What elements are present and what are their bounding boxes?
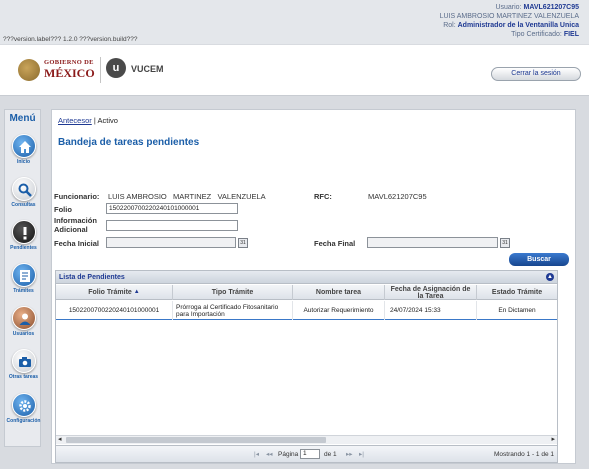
sidebar-item-consultas[interactable]: Consultas xyxy=(5,177,42,208)
prev-page-icon[interactable]: ◂◂ xyxy=(266,450,273,458)
search-button[interactable]: Buscar xyxy=(509,253,569,266)
fecha-final-input[interactable] xyxy=(367,237,498,248)
gear-icon xyxy=(11,393,36,417)
sidebar-item-otras-tareas[interactable]: Otras tareas xyxy=(5,349,42,380)
info-adicional-label: Información Adicional xyxy=(54,216,97,234)
sidebar-item-label: Pendientes xyxy=(10,245,37,251)
document-icon xyxy=(11,263,36,287)
folio-label: Folio xyxy=(54,205,72,214)
sidebar-item-tramites[interactable]: Trámites xyxy=(5,263,42,294)
role-label: Rol: xyxy=(443,22,456,29)
vucem-logo-text: VUCEM xyxy=(131,64,164,74)
page-title: Bandeja de tareas pendientes xyxy=(58,137,200,148)
grid-pager: |◂ ◂◂ Página 1 de 1 ▸▸ ▸| Mostrando 1 - … xyxy=(56,445,557,462)
cell-folio: 1502200700220240101000001 xyxy=(56,301,173,320)
info-adicional-label-line-1: Información xyxy=(54,216,97,225)
funcionario-value: LUIS AMBROSIO MARTINEZ VALENZUELA xyxy=(108,192,266,201)
page-total: de 1 xyxy=(324,451,337,458)
page-number-input[interactable]: 1 xyxy=(300,449,320,459)
sidebar-item-label: Configuración xyxy=(6,418,41,424)
sidebar-item-label: Usuarios xyxy=(12,331,35,337)
user-name: LUIS AMBROSIO MARTINEZ VALENZUELA xyxy=(439,13,579,20)
breadcrumb-current: Activo xyxy=(97,116,118,125)
cell-tipo: Prórroga al Certificado Fitosanitario pa… xyxy=(173,301,293,320)
grid-caption: Lista de Pendientes ▲ xyxy=(56,271,557,284)
grid-caption-text: Lista de Pendientes xyxy=(59,274,125,281)
breadcrumb-separator: | xyxy=(93,116,96,125)
page-label: Página xyxy=(278,451,299,458)
folio-input[interactable]: 1502200700220240101000001 xyxy=(106,203,238,214)
sidebar-item-usuarios[interactable]: Usuarios xyxy=(5,306,42,337)
user-info: Usuario: MAVL621207C95 LUIS AMBROSIO MAR… xyxy=(440,3,579,39)
grid-header: Folio Trámite ▲ Tipo Trámite Nombre tare… xyxy=(56,285,557,300)
users-icon xyxy=(11,306,36,330)
fecha-final-label: Fecha Final xyxy=(314,239,356,248)
fecha-inicial-calendar-icon[interactable]: 31 xyxy=(238,238,248,248)
fecha-inicial-input[interactable] xyxy=(106,237,236,248)
fecha-inicial-label: Fecha Inicial xyxy=(54,239,100,248)
sidebar-item-inicio[interactable]: Inicio xyxy=(5,134,42,165)
sidebar-item-pendientes[interactable]: Pendientes xyxy=(5,220,42,251)
sidebar-menu: Menú Inicio Consultas Pendientes Trámite… xyxy=(4,109,41,447)
top-header: Usuario: MAVL621207C95 LUIS AMBROSIO MAR… xyxy=(0,0,589,44)
sidebar-item-label: Otras tareas xyxy=(8,374,39,380)
sidebar-item-label: Trámites xyxy=(13,288,34,294)
cell-tarea: Autorizar Requerimiento xyxy=(293,301,385,320)
column-header-label: Tipo Trámite xyxy=(211,289,254,296)
gobierno-logo: GOBIERNO DE MÉXICO xyxy=(44,58,95,80)
column-header-folio[interactable]: Folio Trámite ▲ xyxy=(56,285,173,300)
camera-icon xyxy=(11,349,36,373)
gobierno-logo-big: MÉXICO xyxy=(44,66,95,80)
sidebar-item-label: Consultas xyxy=(11,202,36,208)
fecha-final-calendar-icon[interactable]: 31 xyxy=(500,238,510,248)
rfc-value: MAVL621207C95 xyxy=(368,192,427,201)
search-icon xyxy=(11,177,36,201)
sidebar-item-configuracion[interactable]: Configuración xyxy=(5,393,42,424)
column-header-tarea[interactable]: Nombre tarea xyxy=(293,285,385,300)
logout-button[interactable]: Cerrar la sesión xyxy=(491,67,581,81)
main-panel: Antecesor | Activo Bandeja de tareas pen… xyxy=(51,109,576,464)
cert-value: FIEL xyxy=(563,31,579,38)
version-label: ???version.label??? 1.2.0 ???version.bui… xyxy=(3,36,138,43)
pending-list-grid: Lista de Pendientes ▲ Folio Trámite ▲ Ti… xyxy=(55,270,558,463)
cell-estado: En Dictamen xyxy=(498,307,536,314)
column-header-tipo[interactable]: Tipo Trámite xyxy=(173,285,293,300)
vucem-logo-icon: u xyxy=(106,58,126,78)
logo-divider xyxy=(100,57,101,83)
table-row[interactable]: 1502200700220240101000001 Prórroga al Ce… xyxy=(56,301,557,320)
column-header-estado[interactable]: Estado Trámite xyxy=(477,285,557,300)
alert-icon xyxy=(11,220,36,244)
scroll-left-icon[interactable]: ◂ xyxy=(58,435,62,443)
user-rfc: MAVL621207C95 xyxy=(523,4,579,11)
next-page-icon[interactable]: ▸▸ xyxy=(346,450,353,458)
horizontal-scrollbar[interactable]: ◂ ▸ xyxy=(56,435,557,444)
scrollbar-thumb[interactable] xyxy=(66,437,326,443)
cell-fecha: 24/07/2024 15:33 xyxy=(385,301,477,320)
cert-label: Tipo Certificado: xyxy=(511,31,562,38)
breadcrumb-link-antecesor[interactable]: Antecesor xyxy=(58,116,92,125)
records-info: Mostrando 1 - 1 de 1 xyxy=(494,451,554,458)
column-header-label: Nombre tarea xyxy=(315,289,362,296)
column-header-label: Fecha de Asignación de la Tarea xyxy=(390,285,471,300)
column-header-fecha[interactable]: Fecha de Asignación de la Tarea xyxy=(385,285,477,300)
column-header-label: Folio Trámite xyxy=(88,289,132,296)
sort-asc-icon: ▲ xyxy=(133,289,140,295)
user-label: Usuario: xyxy=(495,4,522,11)
sidebar-item-label: Inicio xyxy=(16,159,31,165)
collapse-icon[interactable]: ▲ xyxy=(546,273,554,281)
info-adicional-label-line-2: Adicional xyxy=(54,225,88,234)
scroll-right-icon[interactable]: ▸ xyxy=(551,435,555,443)
menu-title: Menú xyxy=(9,113,36,124)
column-header-label: Estado Trámite xyxy=(491,289,543,296)
funcionario-label: Funcionario: xyxy=(54,192,100,201)
info-adicional-input[interactable] xyxy=(106,220,238,231)
role-value: Administrador de la Ventanilla Unica xyxy=(457,22,579,29)
logo-bar: GOBIERNO DE MÉXICO u VUCEM Cerrar la ses… xyxy=(0,45,589,96)
breadcrumb: Antecesor | Activo xyxy=(58,116,118,125)
first-page-icon[interactable]: |◂ xyxy=(254,450,259,458)
rfc-label: RFC: xyxy=(314,192,332,201)
home-icon xyxy=(11,134,36,158)
last-page-icon[interactable]: ▸| xyxy=(359,450,364,458)
government-seal-icon xyxy=(18,59,40,81)
